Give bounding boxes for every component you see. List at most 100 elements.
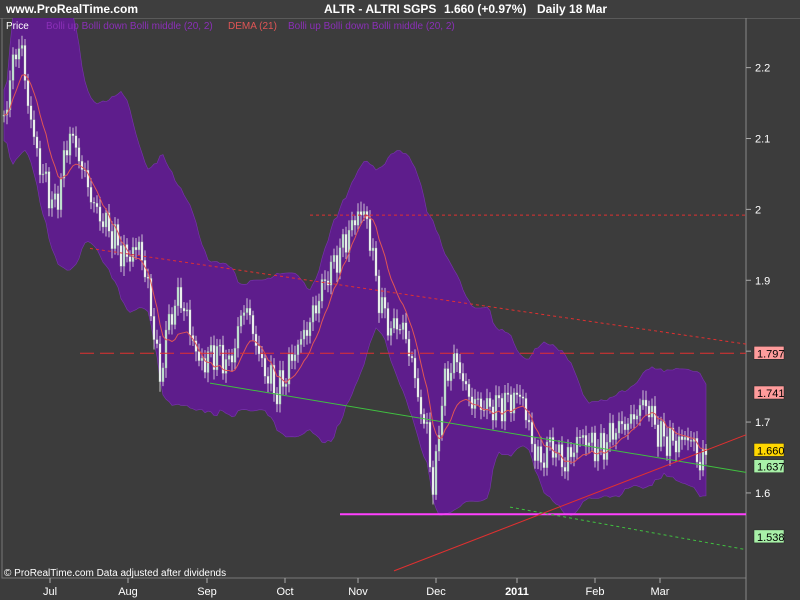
candle-down — [14, 54, 18, 60]
footer-note: © ProRealTime.com Data adjusted after di… — [4, 568, 226, 579]
candle-up — [200, 358, 204, 361]
candle-up — [440, 405, 444, 436]
candle-up — [536, 446, 540, 461]
candle-down — [398, 329, 402, 331]
last-quote: 1.660 (+0.97%) — [444, 2, 527, 16]
candle-up — [581, 435, 585, 438]
y-tick-label: 1.6 — [755, 488, 770, 500]
candle-down — [77, 147, 81, 162]
candle-down — [674, 440, 678, 453]
candle-up — [389, 328, 393, 336]
candle-up — [284, 383, 288, 387]
candle-up — [392, 318, 396, 329]
candle-down — [416, 378, 420, 398]
candle-up — [224, 359, 228, 374]
candle-down — [656, 424, 660, 447]
candle-down — [155, 339, 159, 344]
candle-up — [44, 171, 48, 175]
candle-down — [230, 355, 234, 363]
candle-up — [350, 219, 354, 231]
period-label: Daily 18 Mar — [537, 2, 608, 16]
candle-up — [329, 261, 333, 286]
candle-down — [539, 446, 543, 463]
candle-down — [92, 202, 96, 204]
candle-down — [254, 333, 258, 346]
candle-down — [533, 443, 537, 461]
candle-down — [128, 256, 132, 262]
candle-down — [521, 396, 525, 399]
candle-down — [368, 218, 372, 252]
candle-up — [338, 247, 342, 273]
candle-down — [344, 234, 348, 253]
candle-up — [401, 322, 405, 330]
candle-down — [74, 135, 78, 148]
candle-down — [515, 392, 519, 395]
candle-down — [386, 308, 390, 336]
candle-down — [419, 396, 423, 415]
price-label: 1.660 — [757, 445, 785, 457]
x-tick-label: Oct — [276, 586, 293, 598]
candle-down — [26, 80, 30, 107]
candle-down — [56, 193, 60, 210]
candle-down — [455, 353, 459, 363]
candle-down — [680, 436, 684, 441]
candle-down — [146, 276, 150, 279]
candle-up — [638, 405, 642, 417]
candle-down — [446, 368, 450, 382]
candle-up — [209, 345, 213, 352]
candle-up — [599, 432, 603, 450]
candle-down — [530, 421, 534, 445]
site-name[interactable]: www.ProRealTime.com — [6, 2, 138, 16]
candle-down — [275, 393, 279, 405]
x-tick-label: Mar — [651, 586, 670, 598]
candle-down — [647, 405, 651, 418]
candle-up — [452, 353, 456, 374]
candle-up — [296, 344, 300, 355]
candle-down — [80, 160, 84, 170]
candle-up — [173, 305, 177, 325]
candle-down — [374, 247, 378, 277]
candle-down — [665, 436, 669, 457]
candle-up — [164, 329, 168, 369]
candle-down — [152, 316, 156, 340]
candle-up — [317, 300, 321, 314]
candle-up — [485, 398, 489, 411]
candle-down — [383, 297, 387, 309]
candle-down — [518, 394, 522, 397]
candle-up — [443, 368, 447, 407]
candle-down — [698, 461, 702, 471]
candle-up — [161, 367, 165, 382]
candle-up — [473, 398, 477, 409]
candle-up — [137, 241, 141, 251]
candle-down — [410, 355, 414, 359]
candle-up — [629, 414, 633, 424]
price-chart[interactable]: 1.61.71.81.922.12.2JulAugSepOctNovDec201… — [0, 18, 800, 600]
candle-down — [98, 206, 102, 222]
candle-up — [185, 309, 189, 312]
candle-up — [449, 372, 453, 382]
candle-down — [89, 186, 93, 203]
candle-down — [323, 279, 327, 281]
candle-down — [602, 432, 606, 460]
candle-down — [620, 420, 624, 425]
price-label: 1.538 — [757, 532, 785, 544]
candle-down — [689, 440, 693, 442]
candle-up — [299, 338, 303, 345]
candle-up — [269, 364, 273, 384]
candle-down — [248, 308, 252, 316]
candle-down — [95, 202, 99, 208]
candle-up — [608, 422, 612, 443]
candle-up — [176, 287, 180, 307]
candle-up — [425, 421, 429, 424]
candle-up — [293, 354, 297, 362]
candle-down — [266, 376, 270, 384]
x-tick-label: Feb — [586, 586, 605, 598]
candle-up — [668, 427, 672, 457]
x-tick-label: Nov — [348, 586, 368, 598]
candle-up — [41, 173, 45, 176]
candle-down — [509, 394, 513, 414]
candle-down — [257, 345, 261, 355]
candle-up — [239, 315, 243, 327]
y-tick-label: 2 — [755, 204, 761, 216]
candle-up — [311, 305, 315, 323]
